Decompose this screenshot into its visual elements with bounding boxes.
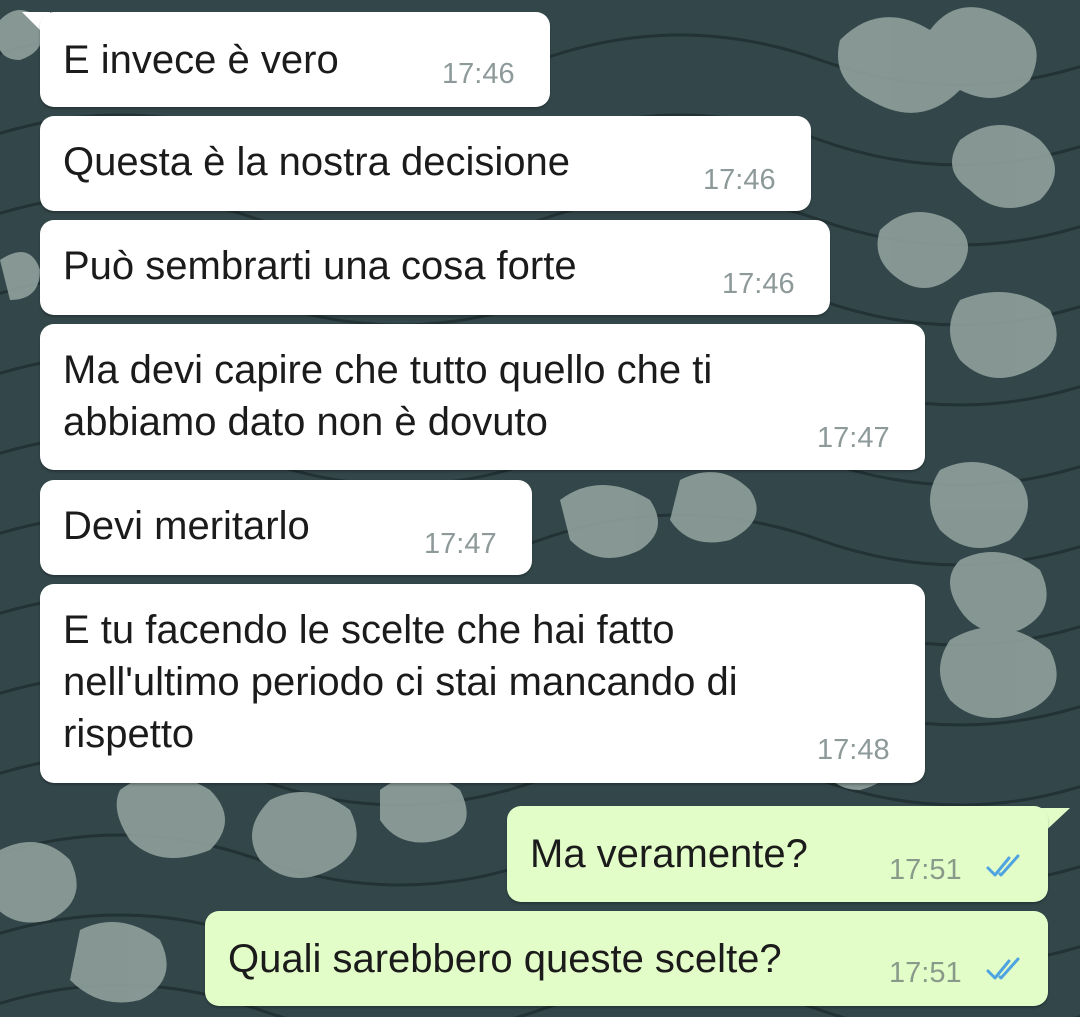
message-bubble-incoming[interactable]: Devi meritarlo 17:47	[40, 480, 532, 575]
message-text: Quali sarebbero queste scelte?	[228, 937, 782, 981]
message-text: E tu facendo le scelte che hai fatto nel…	[63, 608, 738, 756]
message-text: Può sembrarti una cosa forte	[63, 244, 577, 288]
message-text: Questa è la nostra decisione	[63, 140, 570, 184]
message-bubble-incoming[interactable]: Ma devi capire che tutto quello che ti a…	[40, 324, 925, 470]
message-timestamp: 17:51	[889, 854, 962, 886]
message-bubble-incoming[interactable]: Questa è la nostra decisione 17:46	[40, 116, 811, 211]
message-timestamp: 17:46	[722, 268, 795, 300]
message-timestamp: 17:47	[817, 422, 890, 454]
message-timestamp: 17:51	[889, 957, 962, 989]
message-timestamp: 17:46	[442, 58, 515, 90]
chat-message-list[interactable]: E invece è vero 17:46 Questa è la nostra…	[0, 0, 1080, 1017]
message-bubble-outgoing[interactable]: Quali sarebbero queste scelte? 17:51	[205, 911, 1048, 1006]
double-check-read-icon	[986, 854, 1020, 877]
message-bubble-incoming[interactable]: E tu facendo le scelte che hai fatto nel…	[40, 584, 925, 783]
message-bubble-outgoing[interactable]: Ma veramente? 17:51	[507, 806, 1048, 902]
message-timestamp: 17:48	[817, 734, 890, 766]
message-text: E invece è vero	[63, 38, 339, 82]
message-text: Ma veramente?	[530, 832, 808, 876]
message-bubble-incoming[interactable]: E invece è vero 17:46	[40, 12, 550, 107]
message-timestamp: 17:47	[424, 528, 497, 560]
double-check-read-icon	[986, 957, 1020, 980]
message-text: Ma devi capire che tutto quello che ti a…	[63, 348, 713, 444]
message-text: Devi meritarlo	[63, 504, 310, 548]
message-bubble-incoming[interactable]: Può sembrarti una cosa forte 17:46	[40, 220, 830, 315]
message-timestamp: 17:46	[703, 164, 776, 196]
